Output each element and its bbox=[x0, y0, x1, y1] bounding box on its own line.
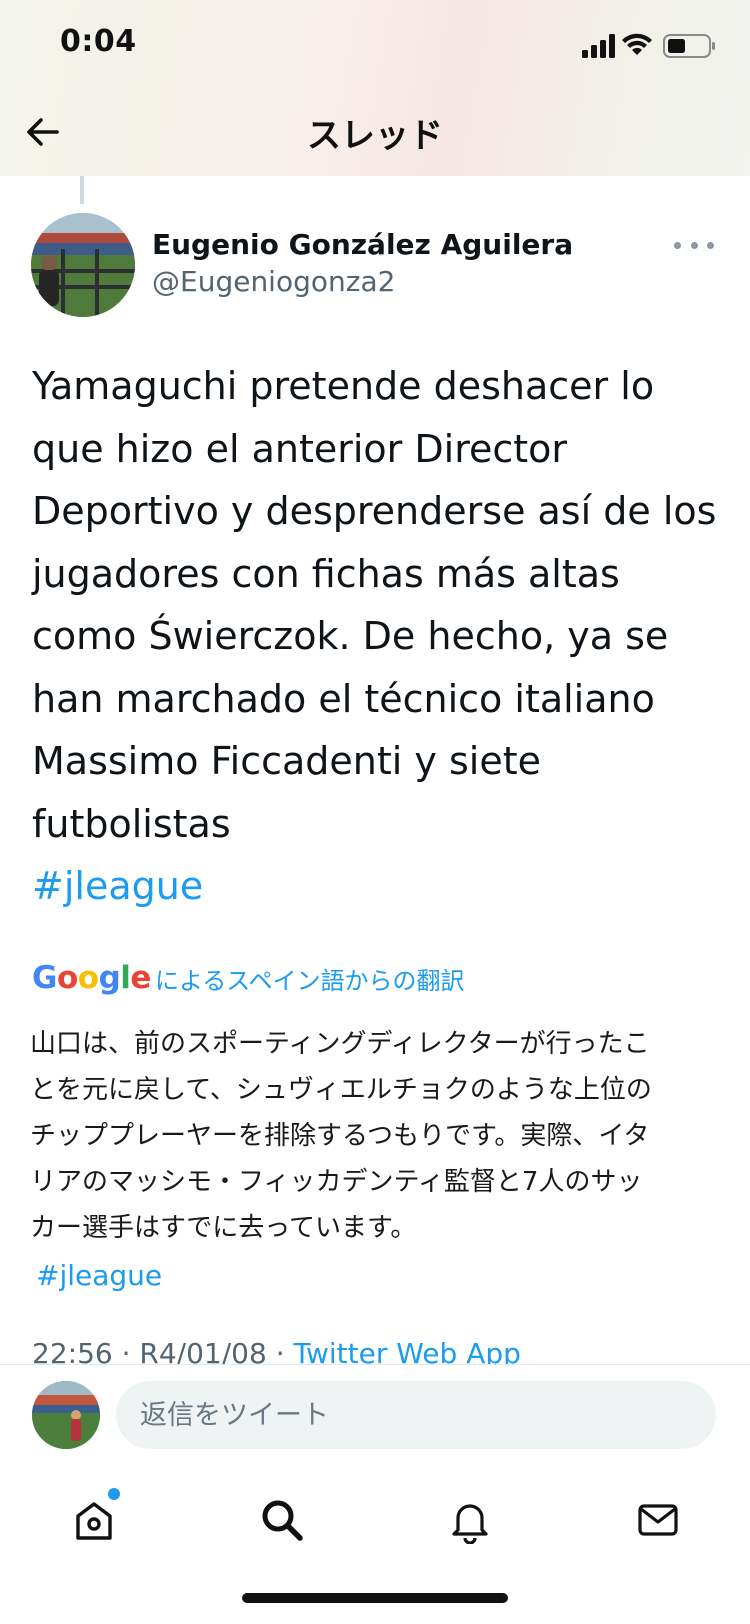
more-options-button[interactable] bbox=[674, 230, 714, 260]
status-time: 0:04 bbox=[60, 24, 137, 59]
reply-bar bbox=[0, 1364, 750, 1465]
author-handle[interactable]: @Eugeniogonza2 bbox=[152, 265, 395, 298]
author-avatar[interactable] bbox=[31, 213, 135, 317]
mail-icon bbox=[638, 1504, 678, 1536]
user-avatar[interactable] bbox=[32, 1381, 100, 1449]
battery-icon bbox=[663, 34, 715, 58]
tweet-text: Yamaguchi pretende deshacer lo que hizo … bbox=[32, 364, 717, 846]
tweet-meta: 22:56 · R4/01/08 · Twitter Web App bbox=[32, 1336, 521, 1364]
wifi-icon bbox=[622, 33, 652, 55]
translated-text: 山口は、前のスポーティングディレクターが行ったこ とを元に戻して、シュヴィエルチ… bbox=[30, 1029, 652, 1243]
bell-icon bbox=[452, 1504, 488, 1544]
bottom-tab-bar bbox=[0, 1464, 750, 1574]
tab-notifications[interactable] bbox=[434, 1484, 506, 1556]
home-indicator bbox=[242, 1593, 508, 1603]
tweet-timestamp: 22:56 · R4/01/08 · bbox=[32, 1337, 294, 1364]
tab-home[interactable] bbox=[58, 1484, 130, 1556]
thread-connector-line bbox=[80, 176, 84, 204]
translation-label[interactable]: によるスペイン語からの翻訳 bbox=[155, 961, 465, 996]
thread-screen: 0:04 スレッド Eugenio González Aguilera @Eug… bbox=[0, 0, 750, 1624]
more-dot-icon bbox=[690, 241, 698, 249]
tab-messages[interactable] bbox=[622, 1484, 694, 1556]
tweet-source-link[interactable]: Twitter Web App bbox=[294, 1337, 521, 1364]
reply-input[interactable] bbox=[116, 1381, 716, 1449]
status-icons bbox=[582, 33, 715, 58]
page-title: スレッド bbox=[307, 116, 443, 156]
google-logo: Google bbox=[32, 960, 151, 996]
avatar-photo bbox=[31, 213, 135, 317]
more-dot-icon bbox=[674, 241, 681, 249]
avatar-photo bbox=[32, 1381, 100, 1449]
home-icon bbox=[76, 1502, 112, 1540]
author-name[interactable]: Eugenio González Aguilera bbox=[152, 228, 573, 261]
translated-hashtag-link[interactable]: #jleague bbox=[36, 1256, 162, 1296]
more-dot-icon bbox=[707, 241, 714, 249]
top-header: 0:04 スレッド bbox=[0, 0, 750, 176]
tab-search[interactable] bbox=[246, 1484, 318, 1556]
tweet-hashtag-link[interactable]: #jleague bbox=[32, 855, 203, 918]
translation-attribution: Google によるスペイン語からの翻訳 bbox=[32, 960, 465, 996]
search-icon bbox=[262, 1500, 303, 1541]
cellular-signal-icon bbox=[582, 34, 615, 58]
notification-dot bbox=[108, 1488, 120, 1500]
